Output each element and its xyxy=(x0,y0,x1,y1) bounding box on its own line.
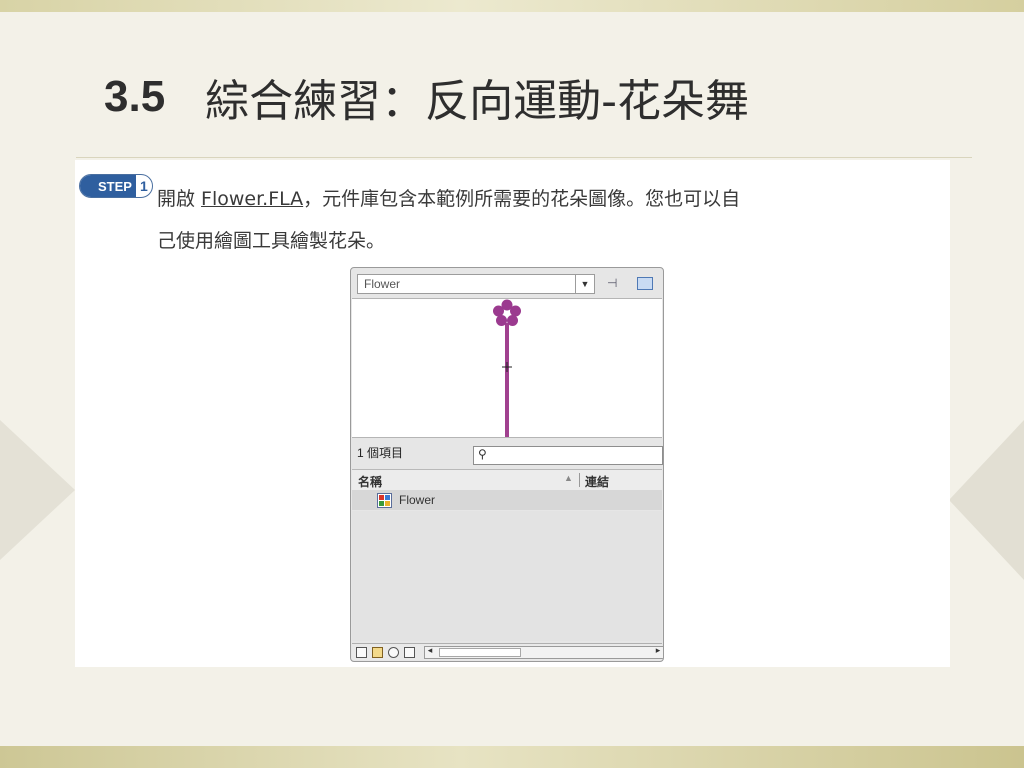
flower-head xyxy=(493,299,521,326)
step-text-after: ，元件庫包含本範例所需要的花朵圖像。您也可以自 xyxy=(303,188,741,210)
top-decorative-band xyxy=(0,0,1024,12)
chevron-down-icon[interactable]: ▼ xyxy=(575,275,594,293)
slide-number: 3.5 xyxy=(104,72,166,121)
new-symbol-icon[interactable] xyxy=(356,647,367,658)
new-library-panel-icon[interactable] xyxy=(637,277,653,290)
search-icon: ⚲ xyxy=(478,447,487,461)
column-separator[interactable] xyxy=(579,473,580,487)
library-panel: Flower ▼ ⊣ 1 個項目 ⚲ 名稱 ▲ 連結 Flower ◂ ▸ xyxy=(350,267,664,662)
item-count: 1 個項目 xyxy=(357,446,404,460)
library-bottom-toolbar: ◂ ▸ xyxy=(352,643,663,660)
right-fan-decoration xyxy=(949,420,1024,580)
properties-icon[interactable] xyxy=(388,647,399,658)
movieclip-symbol-icon xyxy=(377,493,392,508)
left-fan-decoration xyxy=(0,420,75,560)
slide-title-text: 綜合練習：反向運動-花朵舞 xyxy=(205,76,750,127)
step-text-line1: 開啟 Flower.FLA，元件庫包含本範例所需要的花朵圖像。您也可以自 xyxy=(157,186,740,212)
bottom-decorative-band xyxy=(0,746,1024,768)
flower-stem xyxy=(505,323,509,437)
step-text-before: 開啟 xyxy=(157,188,202,210)
step-text-line2: 己使用繪圖工具繪製花朵。 xyxy=(157,230,386,252)
column-link-header[interactable]: 連結 xyxy=(585,473,609,490)
sort-ascending-icon[interactable]: ▲ xyxy=(564,473,573,483)
scrollbar-thumb[interactable] xyxy=(439,648,521,657)
library-column-header: 名稱 ▲ 連結 xyxy=(352,469,662,491)
step-dot-icon xyxy=(80,175,94,197)
flower-preview-image xyxy=(493,299,521,437)
library-select-value: Flower xyxy=(364,277,401,291)
library-select[interactable]: Flower ▼ xyxy=(357,274,595,294)
scroll-right-arrow-icon[interactable]: ▸ xyxy=(653,645,663,656)
library-item-name: Flower xyxy=(399,493,436,507)
symbol-preview xyxy=(352,298,662,438)
title-divider xyxy=(76,157,972,158)
library-item-row[interactable]: Flower xyxy=(352,490,662,510)
pin-icon[interactable]: ⊣ xyxy=(607,276,617,290)
step-badge: STEP 1 xyxy=(79,174,153,198)
file-name: Flower.FLA xyxy=(201,188,304,210)
library-search-input[interactable]: ⚲ xyxy=(473,446,663,465)
library-list-empty-area xyxy=(352,511,662,641)
scroll-left-arrow-icon[interactable]: ◂ xyxy=(425,645,435,656)
new-folder-icon[interactable] xyxy=(372,647,383,658)
step-badge-number: 1 xyxy=(139,178,148,194)
column-name-header[interactable]: 名稱 xyxy=(358,473,382,490)
step-badge-label: STEP xyxy=(94,175,136,197)
horizontal-scrollbar[interactable]: ◂ ▸ xyxy=(424,645,663,659)
delete-icon[interactable] xyxy=(404,647,415,658)
registration-crosshair-icon xyxy=(502,362,512,372)
slide-title: 3.5 綜合練習：反向運動-花朵舞 xyxy=(104,62,749,132)
